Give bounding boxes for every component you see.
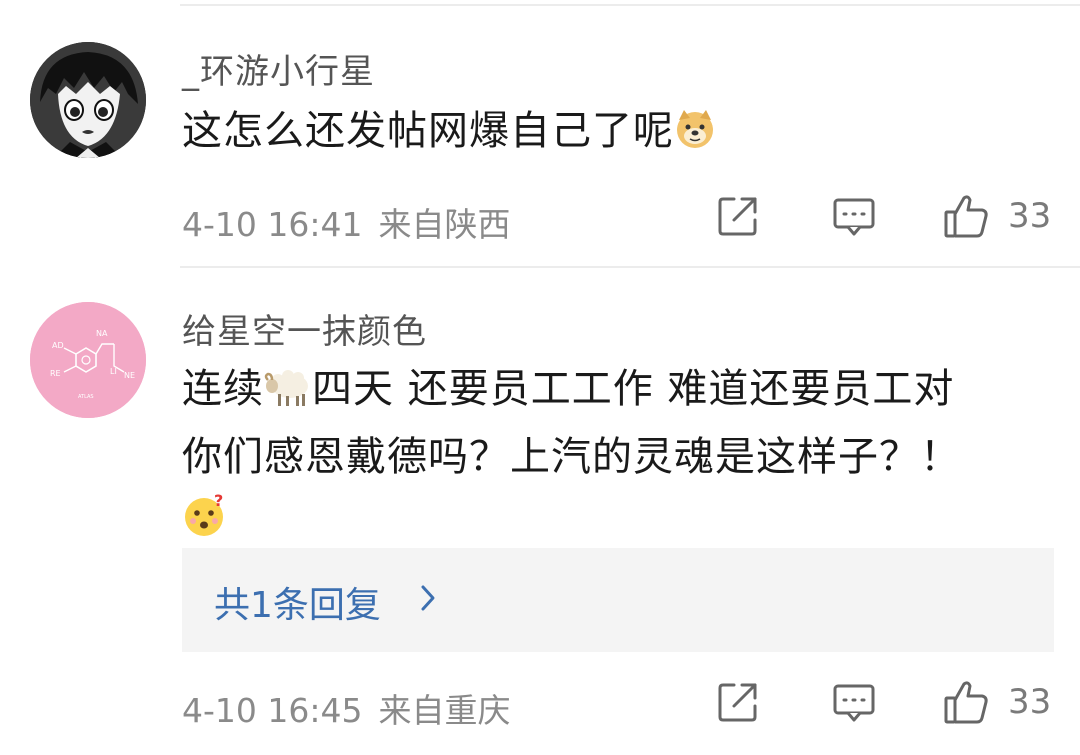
chevron-right-icon [421,585,435,611]
avatar[interactable]: AD NA RE LI NE ATLAS [30,302,146,418]
comment-text-segment: 连续 [182,366,264,412]
comment-divider [180,266,1080,268]
avatar-label: LI [110,367,117,376]
comment-button[interactable] [832,682,876,724]
svg-text:?: ? [214,492,224,510]
comment-meta: 4-10 16:45 来自重庆 [182,684,511,732]
share-icon [718,197,757,236]
comment-meta: 4-10 16:41 来自陕西 [182,198,511,246]
like-count: 33 [1008,196,1052,236]
avatar-label: NA [96,329,108,338]
top-divider [180,4,1080,6]
comment-date: 4-10 16:45 [182,691,363,730]
avatar[interactable] [30,42,146,158]
avatar-label: RE [50,369,61,378]
replies-summary[interactable]: 共1条回复 [182,548,1054,652]
comment-text-line: 连续 四天 还要员工工作 难道还要员工对 [182,358,1062,426]
comment-icon [833,198,875,236]
comment-text: 这怎么还发帖网爆自己了呢 [182,100,1062,168]
comment-text: 连续 四天 还要员工工作 难道还要员工对 你们感恩戴德吗？上汽的灵魂是这样子？！… [182,358,1062,556]
share-button[interactable] [716,680,760,724]
confused-face-emoji-icon: ? [182,491,228,556]
like-icon [944,195,988,238]
avatar-label: NE [124,371,135,380]
username[interactable]: 给星空一抹颜色 [182,304,427,353]
comment-list: _环游小行星 这怎么还发帖网爆自己了呢 4-10 16:41 来自陕西 33 A… [0,0,1080,755]
comment-text-segment: 四天 还要员工工作 难道还要员工对 [312,366,955,412]
avatar-label: AD [52,341,64,350]
like-icon [944,681,988,724]
reply-count-link[interactable]: 共1条回复 [214,576,381,628]
doge-emoji-icon [674,106,716,168]
comment-text-line: 你们感恩戴德吗？上汽的灵魂是这样子？！ [182,434,961,480]
comment-text-content: 这怎么还发帖网爆自己了呢 [182,108,674,154]
sheep-emoji-icon [264,364,312,426]
anime-boy-avatar-image [30,42,146,158]
comment-date: 4-10 16:41 [182,205,363,244]
avatar-label: ATLAS [78,394,94,400]
comment-button[interactable] [832,196,876,238]
like-count: 33 [1008,682,1052,722]
like-button[interactable]: 33 [942,678,1051,726]
share-icon [718,683,757,722]
pink-molecule-avatar-image: AD NA RE LI NE ATLAS [30,302,146,418]
comment-location: 来自陕西 [378,205,511,244]
share-button[interactable] [716,194,760,238]
comment-icon [833,684,875,722]
comment-emoji-line: ? [182,488,1062,556]
comment-location: 来自重庆 [378,691,511,730]
username[interactable]: _环游小行星 [182,44,375,93]
like-button[interactable]: 33 [942,192,1051,240]
